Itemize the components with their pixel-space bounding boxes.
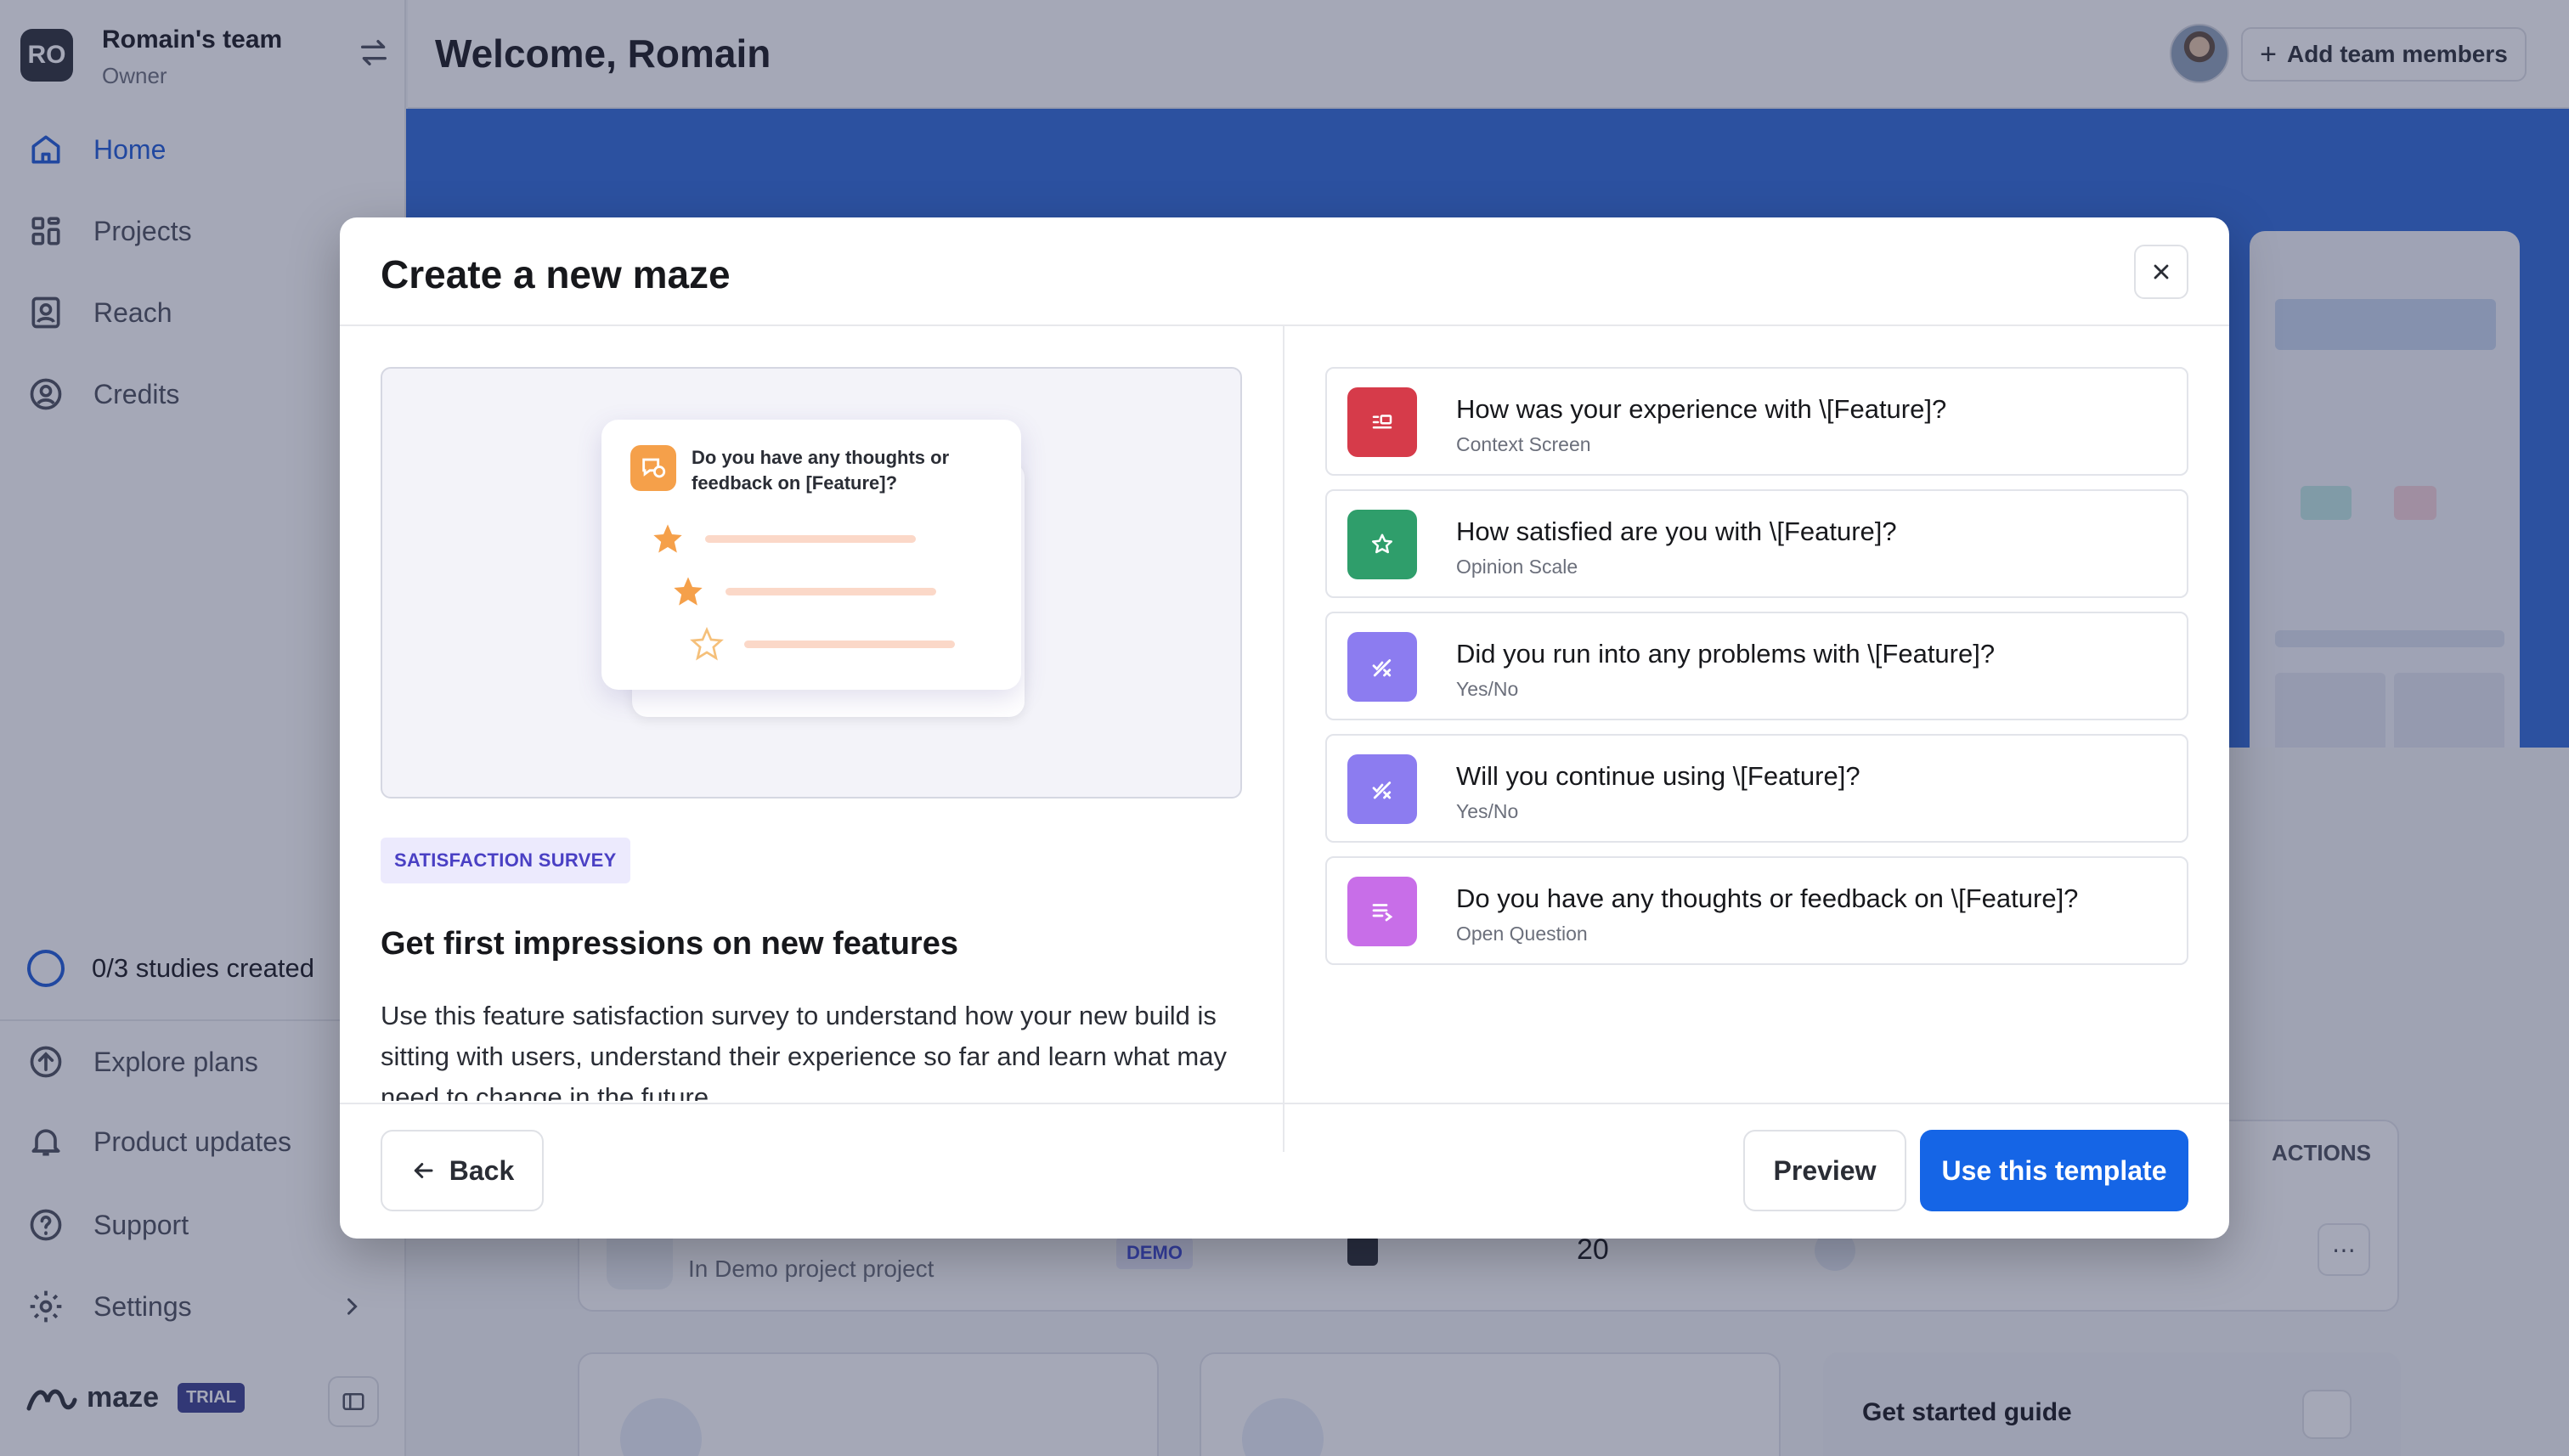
chat-question-icon (630, 445, 676, 491)
create-maze-modal: Create a new maze Do you have any though… (340, 217, 2229, 1239)
star-icon (1347, 510, 1417, 579)
back-label: Back (449, 1154, 515, 1186)
preview-card: Do you have any thoughts or feedback on … (601, 420, 1021, 690)
question-title: How was your experience with \[Feature]? (1456, 394, 1947, 424)
category-tag: SATISFACTION SURVEY (381, 838, 630, 883)
yes-no-icon (1347, 632, 1417, 702)
use-template-button[interactable]: Use this template (1920, 1130, 2188, 1211)
close-button[interactable] (2134, 245, 2188, 299)
question-item[interactable]: How satisfied are you with \[Feature]? O… (1325, 489, 2188, 598)
modal-column-divider (1283, 326, 1284, 1152)
template-preview: Do you have any thoughts or feedback on … (381, 367, 1242, 799)
question-item[interactable]: How was your experience with \[Feature]?… (1325, 367, 2188, 476)
question-title: Do you have any thoughts or feedback on … (1456, 883, 2079, 913)
star-filled-icon (653, 524, 682, 553)
yes-no-icon (1347, 754, 1417, 824)
preview-question: Do you have any thoughts or feedback on … (692, 447, 950, 494)
question-title: Will you continue using \[Feature]? (1456, 761, 1860, 791)
question-title: How satisfied are you with \[Feature]? (1456, 516, 1897, 546)
question-type: Context Screen (1456, 433, 1591, 455)
close-icon (2154, 264, 2169, 279)
question-type: Yes/No (1456, 678, 1519, 700)
template-title: Get first impressions on new features (381, 926, 958, 962)
question-type: Yes/No (1456, 800, 1519, 822)
context-screen-icon (1347, 387, 1417, 457)
arrow-left-icon (414, 1163, 433, 1178)
open-question-icon (1347, 877, 1417, 946)
modal-footer-divider (340, 1103, 2229, 1104)
question-item[interactable]: Did you run into any problems with \[Fea… (1325, 612, 2188, 720)
question-item[interactable]: Do you have any thoughts or feedback on … (1325, 856, 2188, 965)
modal-header-divider (340, 324, 2229, 326)
star-outline-icon (690, 627, 724, 661)
preview-button[interactable]: Preview (1743, 1130, 1906, 1211)
question-type: Opinion Scale (1456, 556, 1578, 578)
star-filled-icon (674, 577, 703, 606)
question-title: Did you run into any problems with \[Fea… (1456, 639, 1996, 669)
template-description: Use this feature satisfaction survey to … (381, 1001, 1227, 1101)
back-button[interactable]: Back (381, 1130, 544, 1211)
question-type: Open Question (1456, 923, 1588, 945)
question-item[interactable]: Will you continue using \[Feature]? Yes/… (1325, 734, 2188, 843)
modal-title: Create a new maze (381, 252, 731, 296)
